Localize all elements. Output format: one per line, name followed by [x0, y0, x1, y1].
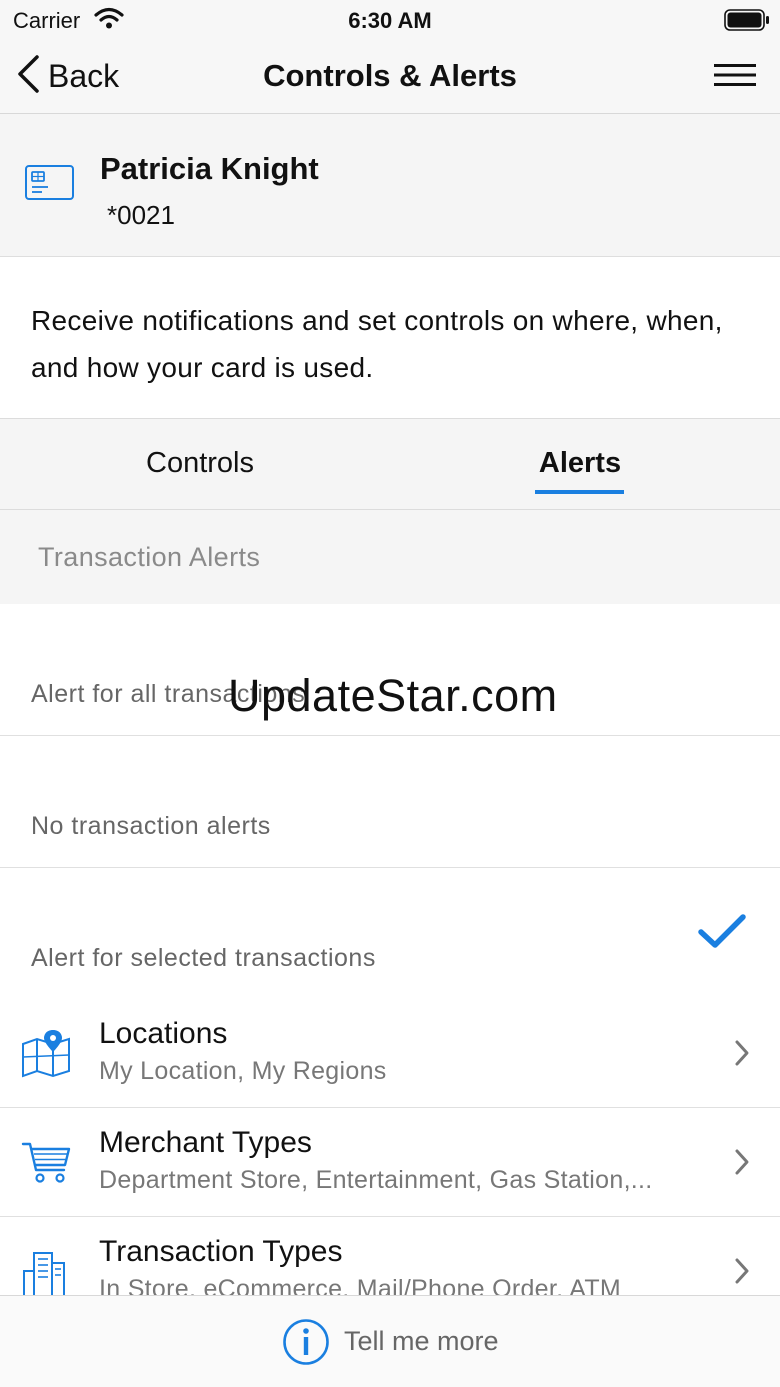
tell-me-more-button[interactable]: Tell me more	[0, 1295, 780, 1387]
row-subtitle: Department Store, Entertainment, Gas Sta…	[99, 1166, 653, 1194]
chevron-right-icon	[734, 1039, 750, 1072]
shopping-cart-icon	[20, 1136, 72, 1188]
tab-alerts-label: Alerts	[538, 447, 622, 479]
chevron-right-icon	[734, 1257, 750, 1290]
segment-tabs: Controls Alerts	[0, 419, 780, 510]
checkmark-icon	[697, 912, 747, 957]
row-title: Transaction Types	[99, 1235, 343, 1268]
option-label: No transaction alerts	[31, 812, 271, 840]
tell-me-more-label: Tell me more	[344, 1326, 499, 1356]
cardholder-name: Patricia Knight	[100, 151, 319, 186]
credit-card-icon	[24, 164, 76, 209]
tab-alerts[interactable]: Alerts	[400, 419, 780, 510]
map-pin-icon	[20, 1027, 72, 1079]
menu-button[interactable]	[712, 62, 762, 92]
section-header: Transaction Alerts	[0, 510, 780, 604]
status-time: 6:30 AM	[348, 8, 432, 33]
option-alert-selected[interactable]: Alert for selected transactions	[0, 868, 780, 1000]
row-subtitle: My Location, My Regions	[99, 1057, 387, 1085]
row-title: Locations	[99, 1017, 228, 1050]
watermark: UpdateStar.com	[228, 670, 558, 721]
section-title: Transaction Alerts	[38, 542, 261, 572]
info-icon	[282, 1318, 330, 1371]
navigation-bar: Back Controls & Alerts	[0, 40, 780, 114]
row-locations[interactable]: Locations My Location, My Regions	[0, 999, 780, 1108]
card-number: *0021	[107, 200, 175, 230]
option-no-alerts[interactable]: No transaction alerts	[0, 736, 780, 868]
hamburger-menu-icon	[712, 64, 758, 92]
row-subtitle: In Store, eCommerce, Mail/Phone Order, A…	[99, 1275, 622, 1295]
description-text: Receive notifications and set controls o…	[0, 257, 780, 419]
row-merchant-types[interactable]: Merchant Types Department Store, Enterta…	[0, 1108, 780, 1217]
active-tab-indicator	[535, 490, 624, 494]
card-header: Patricia Knight *0021	[0, 114, 780, 257]
tab-controls[interactable]: Controls	[0, 419, 400, 510]
row-transaction-types[interactable]: Transaction Types In Store, eCommerce, M…	[0, 1217, 780, 1295]
chevron-right-icon	[734, 1148, 750, 1181]
battery-icon	[724, 9, 770, 36]
option-label: Alert for selected transactions	[31, 944, 376, 972]
page-title: Controls & Alerts	[263, 58, 517, 93]
buildings-icon	[20, 1249, 72, 1295]
row-title: Merchant Types	[99, 1126, 312, 1159]
tab-controls-label: Controls	[146, 447, 254, 479]
status-bar: Carrier 6:30 AM	[0, 0, 780, 40]
